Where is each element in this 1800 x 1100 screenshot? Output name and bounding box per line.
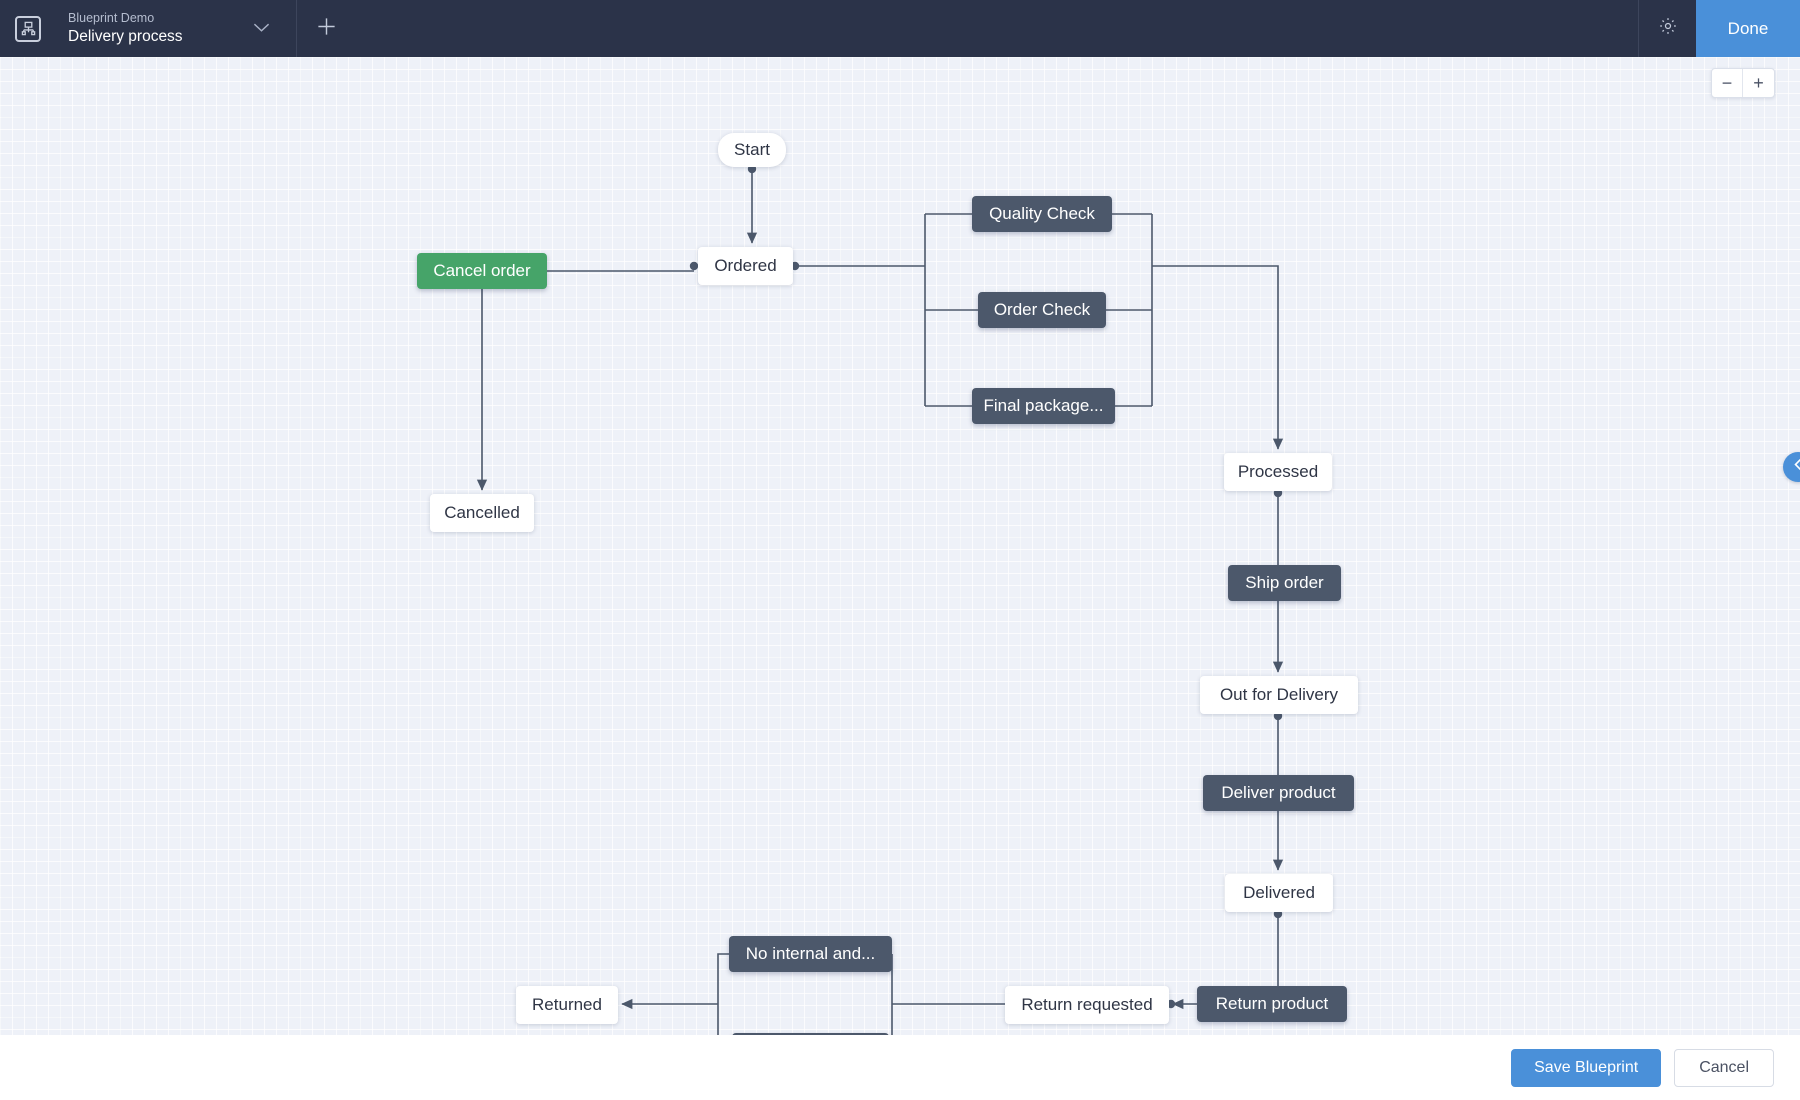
node-label: Out for Delivery <box>1220 685 1338 705</box>
zoom-controls[interactable]: − + <box>1711 68 1775 98</box>
node-order-check[interactable]: Order Check <box>978 292 1106 328</box>
brand-logo <box>0 0 56 57</box>
node-no-internal[interactable]: No internal and... <box>729 936 892 972</box>
node-deliver-product[interactable]: Deliver product <box>1203 775 1354 811</box>
settings-button[interactable] <box>1639 0 1696 57</box>
node-return-requested[interactable]: Return requested <box>1005 986 1169 1024</box>
node-final-package[interactable]: Final package... <box>972 388 1115 424</box>
zoom-in-button[interactable]: + <box>1743 69 1774 97</box>
node-product-working[interactable]: Product working <box>732 1033 889 1035</box>
blueprint-canvas[interactable]: Start Ordered Cancel order Cancelled Quality… <box>0 57 1800 1035</box>
node-cancelled[interactable]: Cancelled <box>430 494 534 532</box>
node-label: Cancel order <box>433 261 530 281</box>
node-ship-order[interactable]: Ship order <box>1228 565 1341 601</box>
node-start[interactable]: Start <box>718 133 786 167</box>
gear-icon <box>1658 16 1678 41</box>
node-label: No internal and... <box>746 944 875 964</box>
app-header: Blueprint Demo Delivery process Done <box>0 0 1800 57</box>
node-return-product[interactable]: Return product <box>1197 986 1347 1022</box>
node-out-for-delivery[interactable]: Out for Delivery <box>1200 676 1358 714</box>
done-button[interactable]: Done <box>1696 0 1800 57</box>
node-label: Quality Check <box>989 204 1095 224</box>
node-label: Deliver product <box>1221 783 1335 803</box>
node-label: Processed <box>1238 462 1318 482</box>
plus-icon <box>316 16 337 42</box>
zoom-out-button[interactable]: − <box>1712 69 1743 97</box>
node-label: Cancelled <box>444 503 520 523</box>
node-label: Return requested <box>1021 995 1152 1015</box>
page-title: Delivery process <box>68 27 226 47</box>
blueprint-kicker: Blueprint Demo <box>68 10 226 27</box>
node-returned[interactable]: Returned <box>516 986 618 1024</box>
node-label: Return product <box>1216 994 1328 1014</box>
cancel-button[interactable]: Cancel <box>1674 1049 1774 1087</box>
footer-toolbar: Save Blueprint Cancel <box>0 1035 1800 1100</box>
node-label: Delivered <box>1243 883 1315 903</box>
node-label: Returned <box>532 995 602 1015</box>
blueprint-dropdown-toggle[interactable] <box>226 0 296 57</box>
node-ordered[interactable]: Ordered <box>698 247 793 285</box>
node-cancel-order[interactable]: Cancel order <box>417 253 547 289</box>
node-label: Order Check <box>994 300 1090 320</box>
node-label: Final package... <box>983 396 1103 416</box>
save-blueprint-button[interactable]: Save Blueprint <box>1511 1049 1661 1087</box>
add-blueprint-button[interactable] <box>297 0 355 57</box>
chevron-left-icon <box>1793 458 1800 476</box>
chevron-down-icon <box>253 20 270 38</box>
node-delivered[interactable]: Delivered <box>1225 874 1333 912</box>
node-label: Ship order <box>1245 573 1323 593</box>
connector-layer <box>0 57 1800 1035</box>
node-processed[interactable]: Processed <box>1224 453 1332 491</box>
node-quality-check[interactable]: Quality Check <box>972 196 1112 232</box>
blueprint-icon <box>15 16 41 42</box>
header-spacer <box>355 0 1638 57</box>
node-label: Ordered <box>714 256 776 276</box>
node-label: Start <box>734 140 770 160</box>
document-title-block: Blueprint Demo Delivery process <box>56 0 226 57</box>
